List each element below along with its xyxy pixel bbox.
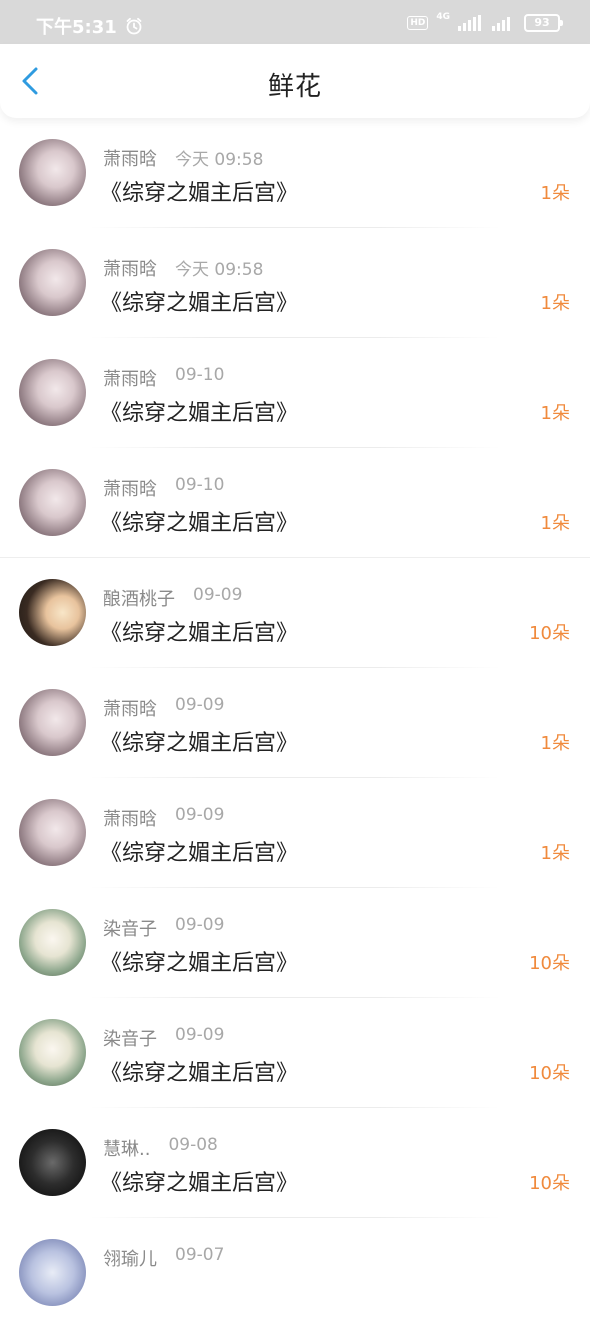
signal-icon	[458, 15, 481, 31]
list-item[interactable]: 染音子 09-09 《综穿之媚主后宫》 10朵	[0, 888, 590, 998]
user-name[interactable]: 萧雨晗	[103, 475, 157, 501]
item-meta: 染音子 09-09	[103, 1025, 224, 1051]
list-item[interactable]: 萧雨晗 今天 09:58 《综穿之媚主后宫》 1朵	[0, 228, 590, 338]
item-time: 09-09	[175, 805, 225, 825]
book-title: 《综穿之媚主后宫》	[100, 291, 299, 316]
user-name[interactable]: 萧雨晗	[103, 145, 157, 171]
hd-badge: HD	[407, 16, 429, 30]
user-name[interactable]: 翎瑜儿	[103, 1245, 157, 1271]
battery-level: 93	[534, 16, 550, 29]
list-item[interactable]: 翎瑜儿 09-07	[0, 1218, 590, 1328]
page-title: 鲜花	[267, 72, 322, 102]
item-time: 09-09	[175, 1025, 225, 1045]
list-item[interactable]: 萧雨晗 今天 09:58 《综穿之媚主后宫》 1朵	[0, 118, 590, 228]
item-meta: 萧雨晗 今天 09:58	[103, 145, 263, 171]
book-title: 《综穿之媚主后宫》	[100, 951, 299, 976]
user-name[interactable]: 染音子	[103, 1025, 157, 1051]
avatar[interactable]	[19, 139, 86, 206]
item-time: 09-07	[175, 1245, 225, 1265]
header: 鲜花	[0, 44, 590, 118]
item-meta: 染音子 09-09	[103, 915, 224, 941]
avatar[interactable]	[19, 469, 86, 536]
user-name[interactable]: 酿酒桃子	[103, 585, 175, 611]
flower-count: 10朵	[529, 1063, 570, 1084]
flower-count: 1朵	[540, 183, 570, 204]
item-time: 09-09	[175, 695, 225, 715]
status-time: 下午5:31	[36, 17, 117, 38]
user-name[interactable]: 慧琳..	[103, 1135, 150, 1161]
item-meta: 萧雨晗 09-10	[103, 475, 224, 501]
flower-count: 10朵	[529, 1173, 570, 1194]
user-name[interactable]: 萧雨晗	[103, 805, 157, 831]
avatar[interactable]	[19, 1239, 86, 1306]
item-time: 今天 09:58	[175, 260, 264, 280]
avatar[interactable]	[19, 359, 86, 426]
user-name[interactable]: 萧雨晗	[103, 695, 157, 721]
book-title: 《综穿之媚主后宫》	[100, 841, 299, 866]
flower-count: 1朵	[540, 293, 570, 314]
avatar[interactable]	[19, 249, 86, 316]
alarm-clock-icon	[126, 17, 142, 35]
status-left: 下午5:31	[36, 13, 143, 39]
flower-count: 10朵	[529, 953, 570, 974]
item-meta: 萧雨晗 09-09	[103, 805, 224, 831]
list-item[interactable]: 慧琳.. 09-08 《综穿之媚主后宫》 10朵	[0, 1108, 590, 1218]
battery-icon: 93	[524, 14, 563, 32]
item-time: 09-10	[175, 475, 225, 495]
book-title: 《综穿之媚主后宫》	[100, 621, 299, 646]
book-title: 《综穿之媚主后宫》	[100, 1171, 299, 1196]
item-time: 09-08	[168, 1135, 218, 1155]
book-title: 《综穿之媚主后宫》	[100, 731, 299, 756]
book-title: 《综穿之媚主后宫》	[100, 1061, 299, 1086]
avatar[interactable]	[19, 689, 86, 756]
avatar[interactable]	[19, 1129, 86, 1196]
book-title: 《综穿之媚主后宫》	[100, 181, 299, 206]
user-name[interactable]: 萧雨晗	[103, 365, 157, 391]
item-time: 09-10	[175, 365, 225, 385]
item-time: 09-09	[175, 915, 225, 935]
flower-count: 10朵	[529, 623, 570, 644]
item-meta: 萧雨晗 09-09	[103, 695, 224, 721]
flower-count: 1朵	[540, 733, 570, 754]
status-right: HD 4G 93	[407, 12, 563, 32]
item-meta: 慧琳.. 09-08	[103, 1135, 218, 1161]
item-meta: 酿酒桃子 09-09	[103, 585, 242, 611]
avatar[interactable]	[19, 1019, 86, 1086]
avatar[interactable]	[19, 579, 86, 646]
flower-count: 1朵	[540, 403, 570, 424]
item-meta: 翎瑜儿 09-07	[103, 1245, 224, 1271]
user-name[interactable]: 染音子	[103, 915, 157, 941]
book-title: 《综穿之媚主后宫》	[100, 511, 299, 536]
list-item[interactable]: 萧雨晗 09-09 《综穿之媚主后宫》 1朵	[0, 778, 590, 888]
status-bar: 下午5:31 HD 4G 93	[0, 0, 590, 44]
user-name[interactable]: 萧雨晗	[103, 255, 157, 281]
book-title: 《综穿之媚主后宫》	[100, 401, 299, 426]
item-time: 09-09	[193, 585, 243, 605]
list-item[interactable]: 萧雨晗 09-10 《综穿之媚主后宫》 1朵	[0, 448, 590, 558]
item-time: 今天 09:58	[175, 150, 264, 170]
flower-count: 1朵	[540, 843, 570, 864]
list-item[interactable]: 酿酒桃子 09-09 《综穿之媚主后宫》 10朵	[0, 558, 590, 668]
avatar[interactable]	[19, 909, 86, 976]
flower-list: 萧雨晗 今天 09:58 《综穿之媚主后宫》 1朵 萧雨晗 今天 09:58 《…	[0, 118, 590, 1328]
avatar[interactable]	[19, 799, 86, 866]
network-type: 4G	[436, 12, 450, 22]
list-item[interactable]: 萧雨晗 09-09 《综穿之媚主后宫》 1朵	[0, 668, 590, 778]
list-item[interactable]: 萧雨晗 09-10 《综穿之媚主后宫》 1朵	[0, 338, 590, 448]
item-meta: 萧雨晗 09-10	[103, 365, 224, 391]
flower-count: 1朵	[540, 513, 570, 534]
item-meta: 萧雨晗 今天 09:58	[103, 255, 263, 281]
signal-icon-secondary	[492, 17, 510, 31]
list-item[interactable]: 染音子 09-09 《综穿之媚主后宫》 10朵	[0, 998, 590, 1108]
